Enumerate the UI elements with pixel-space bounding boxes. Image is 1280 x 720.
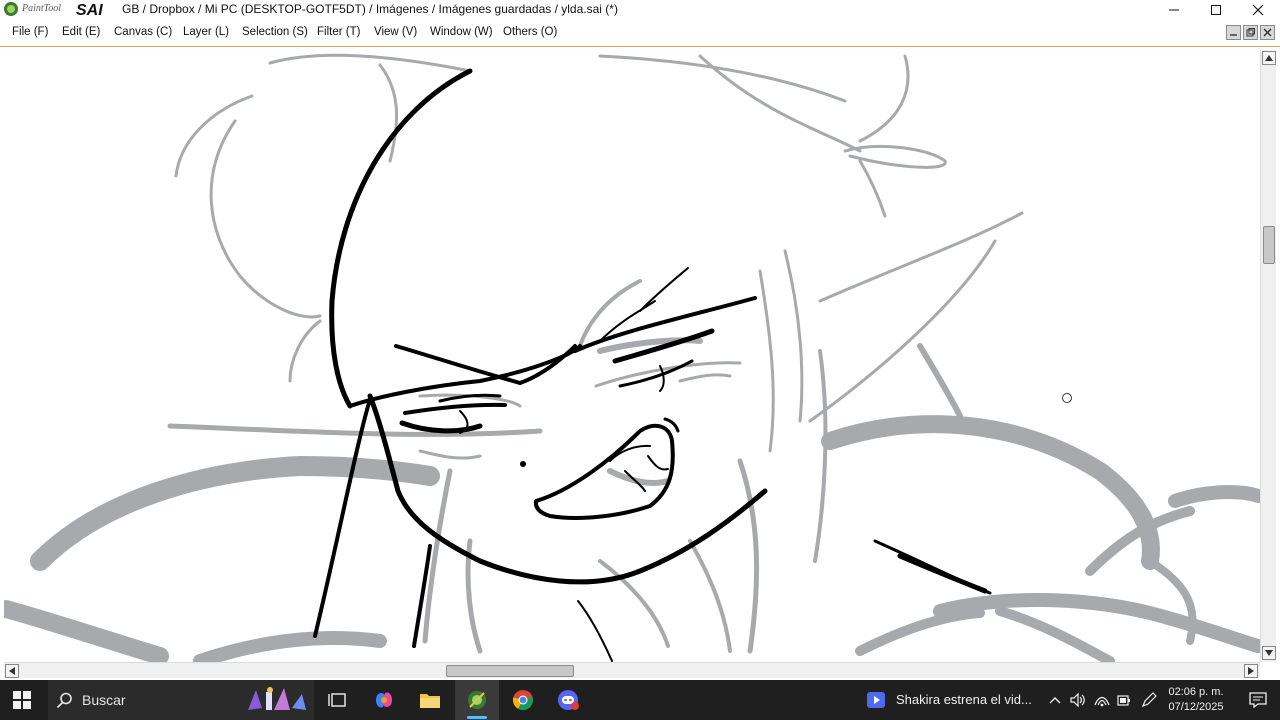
maximize-button[interactable] [1196, 0, 1236, 20]
window-title: GB / Dropbox / Mi PC (DESKTOP-GOTF5DT) /… [122, 2, 618, 16]
active-indicator [467, 716, 487, 719]
menu-canvas[interactable]: Canvas (C) [114, 26, 172, 38]
menu-view[interactable]: View (V) [374, 26, 417, 38]
copilot-icon [376, 692, 392, 708]
menu-window[interactable]: Window (W) [430, 26, 493, 38]
vertical-scrollbar[interactable] [1260, 50, 1276, 662]
brush-cursor-icon [1062, 393, 1072, 403]
vertical-scroll-thumb[interactable] [1263, 226, 1275, 264]
discord-button[interactable] [547, 680, 591, 720]
copilot-button[interactable] [362, 680, 406, 720]
doc-minimize-button[interactable] [1226, 25, 1241, 40]
scroll-up-button[interactable] [1262, 51, 1276, 65]
scroll-down-button[interactable] [1262, 646, 1276, 660]
file-explorer-button[interactable] [408, 680, 452, 720]
title-bar: PaintTool SAI GB / Dropbox / Mi PC (DESK… [0, 0, 1280, 20]
drawing-canvas[interactable] [4, 50, 1260, 662]
system-clock[interactable]: 02:06 p. m. 07/12/2025 [1160, 685, 1232, 715]
menu-layer[interactable]: Layer (L) [183, 26, 229, 38]
sketch-artwork [4, 53, 1260, 662]
restore-icon [1246, 28, 1255, 37]
search-icon [56, 692, 72, 709]
doc-close-button[interactable] [1260, 25, 1275, 40]
battery-button[interactable] [1112, 680, 1136, 720]
search-highlight-icon [248, 687, 306, 710]
folder-icon [420, 694, 440, 708]
logo-text-big: SAI [76, 2, 103, 18]
news-headline[interactable]: Shakira estrena el vid... [896, 692, 1032, 707]
close-icon [1263, 28, 1272, 37]
news-widget-button[interactable] [854, 680, 898, 720]
horizontal-scroll-thumb[interactable] [446, 665, 574, 677]
menu-file[interactable]: File (F) [12, 26, 48, 38]
pen-menu-button[interactable] [1136, 680, 1162, 720]
scroll-left-button[interactable] [5, 664, 19, 678]
show-hidden-icons-button[interactable] [1042, 680, 1068, 720]
painttool-sai-icon [468, 691, 486, 709]
arrow-left-icon [9, 667, 15, 675]
wifi-icon [1094, 696, 1110, 707]
close-icon [1252, 4, 1264, 16]
scroll-right-button[interactable] [1244, 664, 1258, 678]
lineart-layer [313, 68, 992, 662]
notification-icon [1249, 692, 1267, 708]
menu-filter[interactable]: Filter (T) [317, 26, 360, 38]
network-button[interactable] [1090, 680, 1114, 720]
taskbar-search[interactable]: Buscar [48, 680, 314, 720]
battery-icon [1117, 695, 1130, 706]
volume-button[interactable] [1066, 680, 1090, 720]
arrow-right-icon [1248, 667, 1254, 675]
menu-bar: File (F) Edit (E) Canvas (C) Layer (L) S… [0, 20, 1280, 46]
arrow-up-icon [1265, 55, 1273, 61]
app-logo: PaintTool SAI [2, 0, 106, 19]
painttool-sai-taskbar-button[interactable] [455, 680, 499, 720]
close-button[interactable] [1238, 0, 1278, 20]
start-button[interactable] [0, 680, 44, 720]
video-play-icon [867, 692, 885, 708]
horizontal-scrollbar[interactable] [4, 662, 1260, 678]
minimize-icon [1230, 34, 1237, 36]
maximize-icon [1211, 5, 1221, 15]
discord-icon [558, 690, 579, 710]
doc-restore-button[interactable] [1243, 25, 1258, 40]
canvas-window [0, 46, 1280, 680]
minimize-button[interactable] [1154, 0, 1194, 20]
task-view-icon [328, 693, 346, 707]
windows-start-icon [13, 691, 31, 709]
chevron-up-icon [1049, 697, 1061, 704]
pen-icon [1141, 692, 1157, 708]
arrow-down-icon [1265, 650, 1273, 656]
chrome-icon [512, 690, 533, 711]
clock-date: 07/12/2025 [1168, 701, 1224, 713]
clock-time: 02:06 p. m. [1168, 686, 1224, 698]
nose-dot [520, 461, 526, 467]
speaker-icon [1070, 693, 1085, 707]
taskbar: Buscar Shakira estrena el vid... 02:06 p… [0, 680, 1280, 720]
notifications-button[interactable] [1236, 680, 1280, 720]
menu-others[interactable]: Others (O) [503, 26, 557, 38]
search-placeholder: Buscar [82, 692, 126, 708]
chrome-button[interactable] [501, 680, 545, 720]
menu-edit[interactable]: Edit (E) [62, 26, 100, 38]
logo-text-small: PaintTool [21, 3, 61, 14]
minimize-icon [1169, 9, 1179, 11]
task-view-button[interactable] [315, 680, 359, 720]
menu-selection[interactable]: Selection (S) [242, 26, 308, 38]
